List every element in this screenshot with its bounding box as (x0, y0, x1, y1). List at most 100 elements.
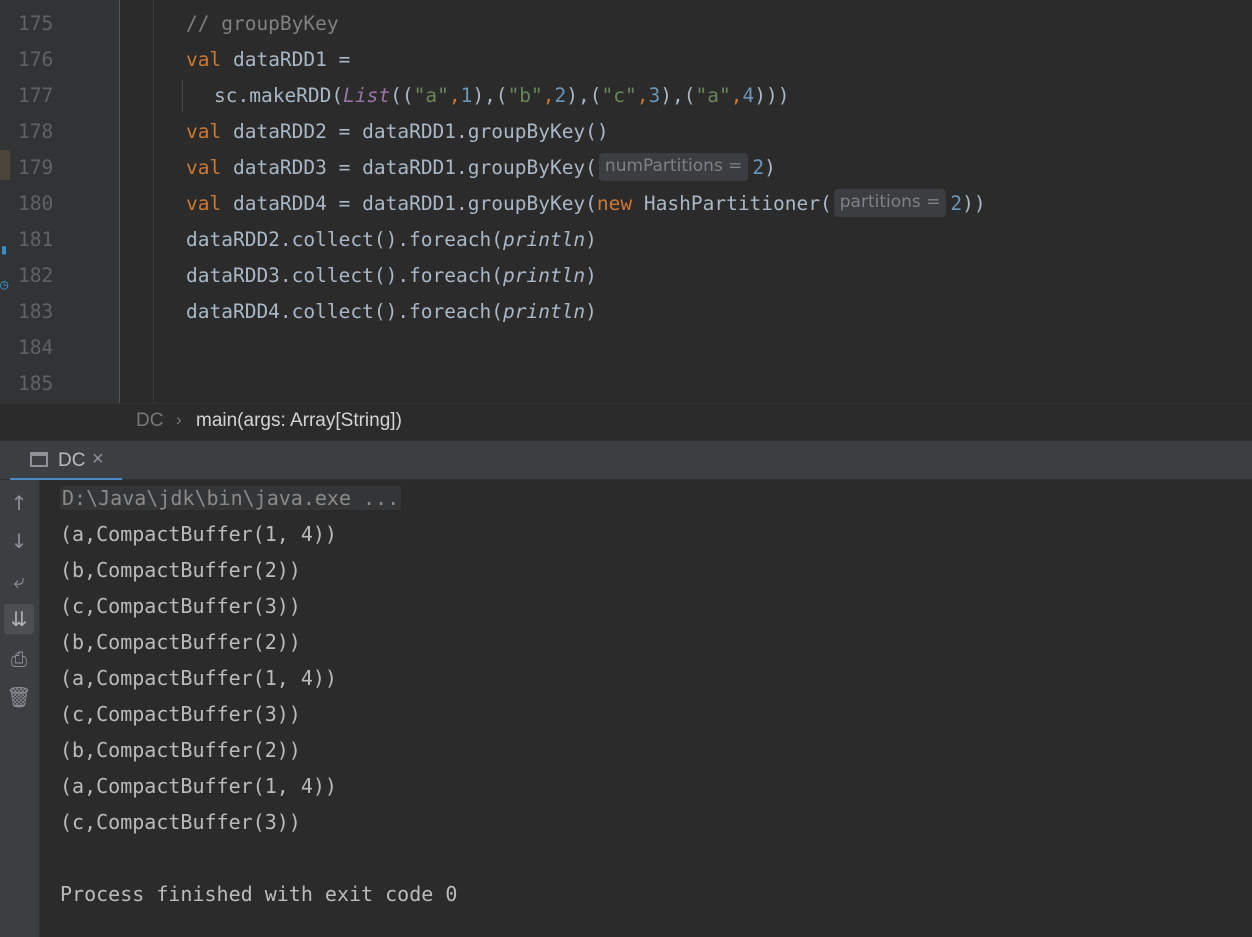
line-number: 176 (18, 48, 54, 71)
console-output[interactable]: D:\Java\jdk\bin\java.exe ... (a,CompactB… (40, 480, 1252, 937)
soft-wrap-icon[interactable]: ⤶ (4, 566, 34, 596)
code-text: ) (585, 228, 597, 251)
number-literal: 2 (752, 156, 765, 179)
comma: , (448, 84, 461, 107)
line-number: 181 (18, 228, 54, 251)
indent-guide (153, 0, 154, 403)
code-text: dataRDD3.collect().foreach( (186, 264, 503, 287)
line-number: 177 (18, 84, 54, 107)
line-number: 184 (18, 336, 54, 359)
code-text: sc.makeRDD( (214, 84, 344, 107)
code-text: ) (764, 156, 776, 179)
code-text: ))) (754, 84, 790, 107)
number-literal: 1 (460, 84, 473, 107)
output-line: (c,CompactBuffer(3)) (60, 594, 301, 618)
number-literal: 4 (742, 84, 755, 107)
type-name: List (343, 84, 391, 107)
run-panel-header: DC × (0, 440, 1252, 481)
keyword: val (186, 156, 222, 179)
line-number: 180 (18, 192, 54, 215)
output-line: (c,CompactBuffer(3)) (60, 810, 301, 834)
trash-icon[interactable]: 🗑 (4, 682, 34, 712)
code-text: ),( (566, 84, 602, 107)
breadcrumb-method[interactable]: main(args: Array[String]) (196, 410, 402, 432)
output-line: (a,CompactBuffer(1, 4)) (60, 774, 337, 798)
output-line: (b,CompactBuffer(2)) (60, 738, 301, 762)
comma: , (542, 84, 555, 107)
line-number-gutter: 175 176 177 178 179 180 181 182 183 184 … (10, 0, 120, 403)
code-line-177[interactable]: sc.makeRDD(List(("a",1),("b",2),("c",3),… (214, 78, 789, 114)
function-name: println (502, 228, 586, 251)
line-number: 175 (18, 12, 54, 35)
breadcrumb: DC › main(args: Array[String]) (0, 403, 1252, 440)
line-number: 179 (18, 156, 54, 179)
string-literal: "a" (695, 84, 731, 107)
run-toolbar: ↑ ↓ ⤶ ⇊ ⎙ 🗑 (0, 480, 40, 937)
code-text: ) (585, 300, 597, 323)
arrow-up-icon[interactable]: ↑ (4, 488, 34, 518)
console-window-icon (30, 452, 48, 467)
output-line: (a,CompactBuffer(1, 4)) (60, 666, 337, 690)
code-text: dataRDD4 = dataRDD1.groupByKey( (221, 192, 597, 215)
output-line: (c,CompactBuffer(3)) (60, 702, 301, 726)
java-command[interactable]: D:\Java\jdk\bin\java.exe ... (60, 486, 402, 510)
code-text: dataRDD3 = dataRDD1.groupByKey( (221, 156, 597, 179)
left-tool-strip: ▮ ◷ (0, 0, 10, 403)
code-text: dataRDD1 = (221, 48, 351, 71)
code-editor[interactable]: ▮ ◷ 175 176 177 178 179 180 181 182 183 … (0, 0, 1252, 403)
output-line: (a,CompactBuffer(1, 4)) (60, 522, 337, 546)
breadcrumb-object[interactable]: DC (136, 410, 163, 432)
string-literal: "b" (507, 84, 543, 107)
code-line-178[interactable]: val dataRDD2 = dataRDD1.groupByKey() (186, 114, 609, 150)
function-name: println (502, 264, 586, 287)
code-text: ),( (660, 84, 696, 107)
tab-label: DC (58, 450, 86, 471)
exit-message: Process finished with exit code 0 (60, 882, 458, 906)
parameter-hint: numPartitions = (598, 153, 749, 181)
code-line-179[interactable]: val dataRDD3 = dataRDD1.groupByKey(numPa… (186, 150, 776, 186)
comment: // groupByKey (186, 12, 339, 35)
output-line: (b,CompactBuffer(2)) (60, 558, 301, 582)
print-icon[interactable]: ⎙ (4, 644, 34, 674)
code-line-183[interactable]: dataRDD4.collect().foreach(println) (186, 294, 597, 330)
code-text: dataRDD4.collect().foreach( (186, 300, 503, 323)
line-number: 182 (18, 264, 54, 287)
line-number: 183 (18, 300, 54, 323)
keyword: val (186, 48, 222, 71)
number-literal: 2 (950, 192, 963, 215)
keyword: new (596, 192, 633, 215)
output-line: (b,CompactBuffer(2)) (60, 630, 301, 654)
chart-icon[interactable]: ▮ (0, 242, 8, 258)
code-text: ) (585, 264, 597, 287)
code-line-175[interactable]: // groupByKey (186, 6, 339, 42)
number-literal: 2 (554, 84, 567, 107)
code-text: dataRDD2 = dataRDD1.groupByKey() (221, 120, 609, 143)
string-literal: "c" (601, 84, 637, 107)
tab-run-dc[interactable]: DC × (10, 441, 122, 481)
keyword: val (186, 120, 222, 143)
current-line-marker (0, 150, 10, 180)
clock-icon[interactable]: ◷ (0, 277, 8, 293)
scroll-to-end-icon[interactable]: ⇊ (4, 604, 34, 634)
comma: , (730, 84, 743, 107)
function-name: println (502, 300, 586, 323)
code-line-180[interactable]: val dataRDD4 = dataRDD1.groupByKey(new H… (186, 186, 986, 222)
line-number: 185 (18, 372, 54, 395)
code-text: (( (390, 84, 414, 107)
number-literal: 3 (648, 84, 661, 107)
code-text: ),( (472, 84, 508, 107)
comma: , (636, 84, 649, 107)
close-icon[interactable]: × (92, 448, 104, 471)
code-line-176[interactable]: val dataRDD1 = (186, 42, 350, 78)
code-text: dataRDD2.collect().foreach( (186, 228, 503, 251)
chevron-right-icon: › (176, 410, 182, 429)
code-line-182[interactable]: dataRDD3.collect().foreach(println) (186, 258, 597, 294)
arrow-down-icon[interactable]: ↓ (4, 526, 34, 556)
line-number: 178 (18, 120, 54, 143)
command-line[interactable]: D:\Java\jdk\bin\java.exe ... (60, 480, 402, 516)
code-text: HashPartitioner( (632, 192, 832, 215)
code-line-181[interactable]: dataRDD2.collect().foreach(println) (186, 222, 597, 258)
code-text: )) (962, 192, 986, 215)
keyword: val (186, 192, 222, 215)
string-literal: "a" (413, 84, 449, 107)
